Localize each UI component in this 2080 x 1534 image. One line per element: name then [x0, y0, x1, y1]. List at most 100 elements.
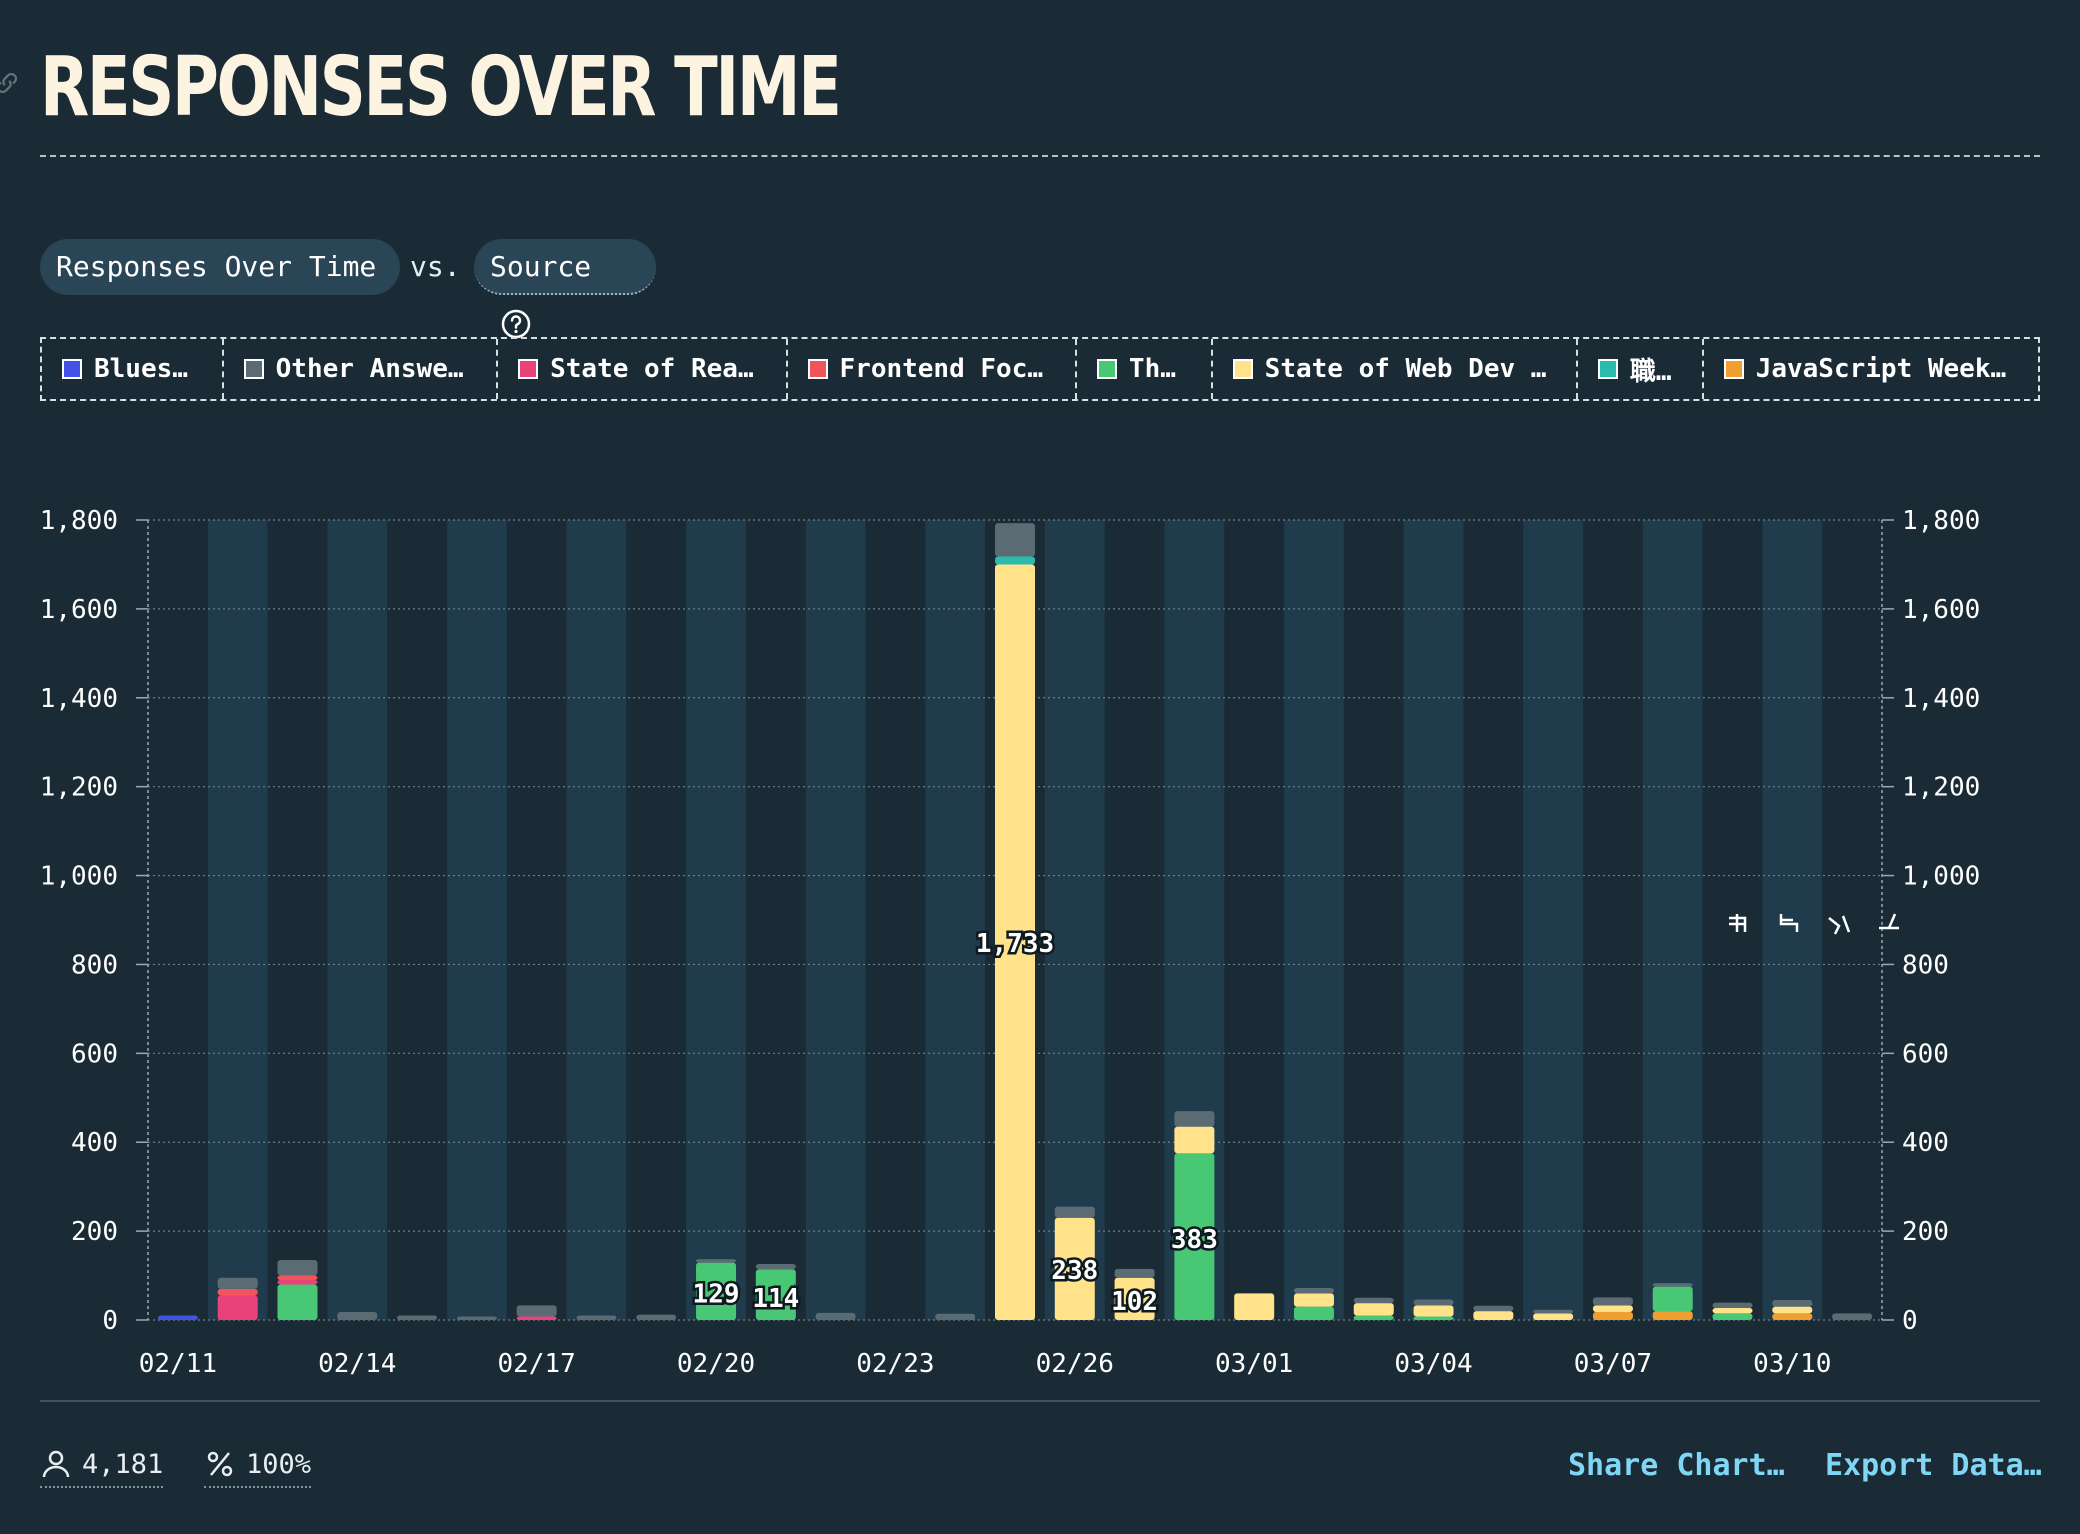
- legend-swatch: [62, 359, 82, 379]
- x-tick-label: 03/01: [1215, 1349, 1293, 1379]
- respondents-value: 4,181: [82, 1448, 164, 1480]
- x-tick-label: 03/04: [1394, 1349, 1472, 1379]
- legend-label: State of Rea…: [550, 354, 754, 384]
- column-band: [1044, 520, 1105, 1320]
- footer-divider: [40, 1400, 2040, 1402]
- bar-segment: [1353, 1315, 1394, 1320]
- bar-segment: [995, 523, 1035, 557]
- percent-icon: [207, 1451, 233, 1477]
- bar-segment: [1592, 1305, 1633, 1312]
- source-selector[interactable]: Source: [474, 239, 656, 339]
- y-tick-label-right: 400: [1902, 1128, 1949, 1158]
- legend-label: State of Web Dev …: [1264, 354, 1547, 384]
- bar-segment: [1772, 1300, 1813, 1307]
- legend-label: Th…: [1128, 354, 1176, 384]
- bar-segment: [995, 556, 1035, 565]
- y-tick-label-left: 0: [102, 1306, 118, 1336]
- y-tick-label-right: 800: [1902, 950, 1949, 980]
- bar-segment: [636, 1314, 677, 1320]
- bar-segment: [277, 1280, 318, 1285]
- bar-segment: [157, 1315, 198, 1320]
- legend-label: 職…: [1629, 356, 1672, 387]
- bar-segment: [1413, 1299, 1454, 1306]
- bar-segment: [277, 1275, 318, 1280]
- bar-segment: [1174, 1111, 1215, 1127]
- respondents-count[interactable]: 4,181: [40, 1448, 164, 1488]
- y-tick-label-left: 1,600: [40, 595, 118, 625]
- x-tick-label: 02/26: [1036, 1349, 1114, 1379]
- y-tick-label-left: 1,800: [40, 506, 118, 536]
- y-tick-label-left: 400: [71, 1128, 118, 1158]
- legend-item[interactable]: JavaScript Week…: [1704, 339, 2038, 399]
- tool-glyph-icon[interactable]: [1725, 910, 1753, 938]
- y-tick-label-right: 600: [1902, 1039, 1949, 1069]
- percent-stat[interactable]: 100%: [204, 1448, 312, 1488]
- bar-segment: [1652, 1286, 1693, 1312]
- page-title: RESPONSES OVER TIME: [40, 40, 842, 135]
- bar-segment: [1772, 1306, 1813, 1314]
- bar-segment: [1712, 1308, 1753, 1314]
- y-tick-label-left: 200: [71, 1217, 118, 1247]
- share-chart-button[interactable]: Share Chart…: [1568, 1448, 1785, 1483]
- bar-segment: [277, 1260, 318, 1276]
- x-tick-label: 02/14: [318, 1349, 396, 1379]
- legend-swatch: [1597, 359, 1618, 379]
- bar-segment: [337, 1312, 378, 1320]
- legend-label: Frontend Foc…: [839, 354, 1044, 384]
- y-tick-label-right: 1,600: [1902, 595, 1980, 625]
- metric-selector[interactable]: Responses Over Time: [40, 239, 400, 295]
- bar-segment: [1413, 1316, 1454, 1320]
- percent-value: 100%: [246, 1448, 312, 1480]
- column-band: [1523, 520, 1584, 1320]
- bar-segment: [1832, 1313, 1873, 1320]
- y-tick-label-left: 800: [71, 950, 118, 980]
- legend-label: JavaScript Week…: [1755, 354, 2007, 384]
- tool-glyph-icon[interactable]: [1775, 910, 1803, 938]
- title-divider: [40, 155, 2040, 157]
- legend-item[interactable]: State of Web Dev …: [1213, 339, 1578, 399]
- bar-value-label: 383: [1171, 1225, 1218, 1255]
- bar-segment: [1413, 1305, 1454, 1317]
- vs-label: vs.: [410, 250, 461, 283]
- x-tick-label: 02/23: [856, 1349, 934, 1379]
- bar-segment: [1353, 1297, 1394, 1304]
- y-tick-label-left: 1,000: [40, 862, 118, 892]
- bar-value-label: 1,733: [976, 929, 1054, 959]
- column-band: [327, 520, 388, 1320]
- tool-glyph-icon[interactable]: [1875, 910, 1903, 938]
- column-band: [566, 520, 627, 1320]
- legend-item[interactable]: Other Answe…: [224, 339, 499, 399]
- bar-segment: [516, 1305, 557, 1317]
- question-circle-icon[interactable]: [500, 308, 532, 340]
- legend-item[interactable]: Th…: [1077, 339, 1213, 399]
- bar-segment: [1712, 1313, 1753, 1320]
- bar-segment: [456, 1316, 497, 1320]
- legend-item[interactable]: Blues…: [42, 339, 224, 399]
- bar-segment: [1293, 1293, 1334, 1307]
- legend-label: Blues…: [94, 354, 188, 384]
- bar-segment: [1054, 1206, 1095, 1218]
- column-band: [207, 520, 268, 1320]
- x-tick-label: 03/07: [1574, 1349, 1652, 1379]
- y-tick-label-right: 200: [1902, 1217, 1949, 1247]
- bar-segment: [1592, 1312, 1633, 1320]
- export-data-button[interactable]: Export Data…: [1825, 1448, 2042, 1483]
- y-tick-label-right: 1,400: [1902, 684, 1980, 714]
- bar-segment: [1533, 1313, 1574, 1320]
- legend-swatch: [1096, 359, 1117, 379]
- y-tick-label-left: 1,200: [40, 773, 118, 803]
- bar-segment: [815, 1312, 856, 1320]
- column-band: [805, 520, 866, 1320]
- tool-glyph-icon[interactable]: [1825, 910, 1853, 938]
- bar-segment: [277, 1284, 318, 1320]
- legend-item[interactable]: Frontend Foc…: [788, 339, 1077, 399]
- column-band: [925, 520, 986, 1320]
- bar-segment: [696, 1259, 737, 1263]
- bar-segment: [1473, 1311, 1514, 1320]
- bar-segment: [1174, 1126, 1215, 1154]
- link-icon[interactable]: [0, 70, 20, 96]
- bar-segment: [1652, 1311, 1693, 1320]
- legend-swatch: [807, 359, 828, 379]
- legend-item[interactable]: State of Rea…: [498, 339, 788, 399]
- legend-item[interactable]: 職…: [1578, 339, 1704, 399]
